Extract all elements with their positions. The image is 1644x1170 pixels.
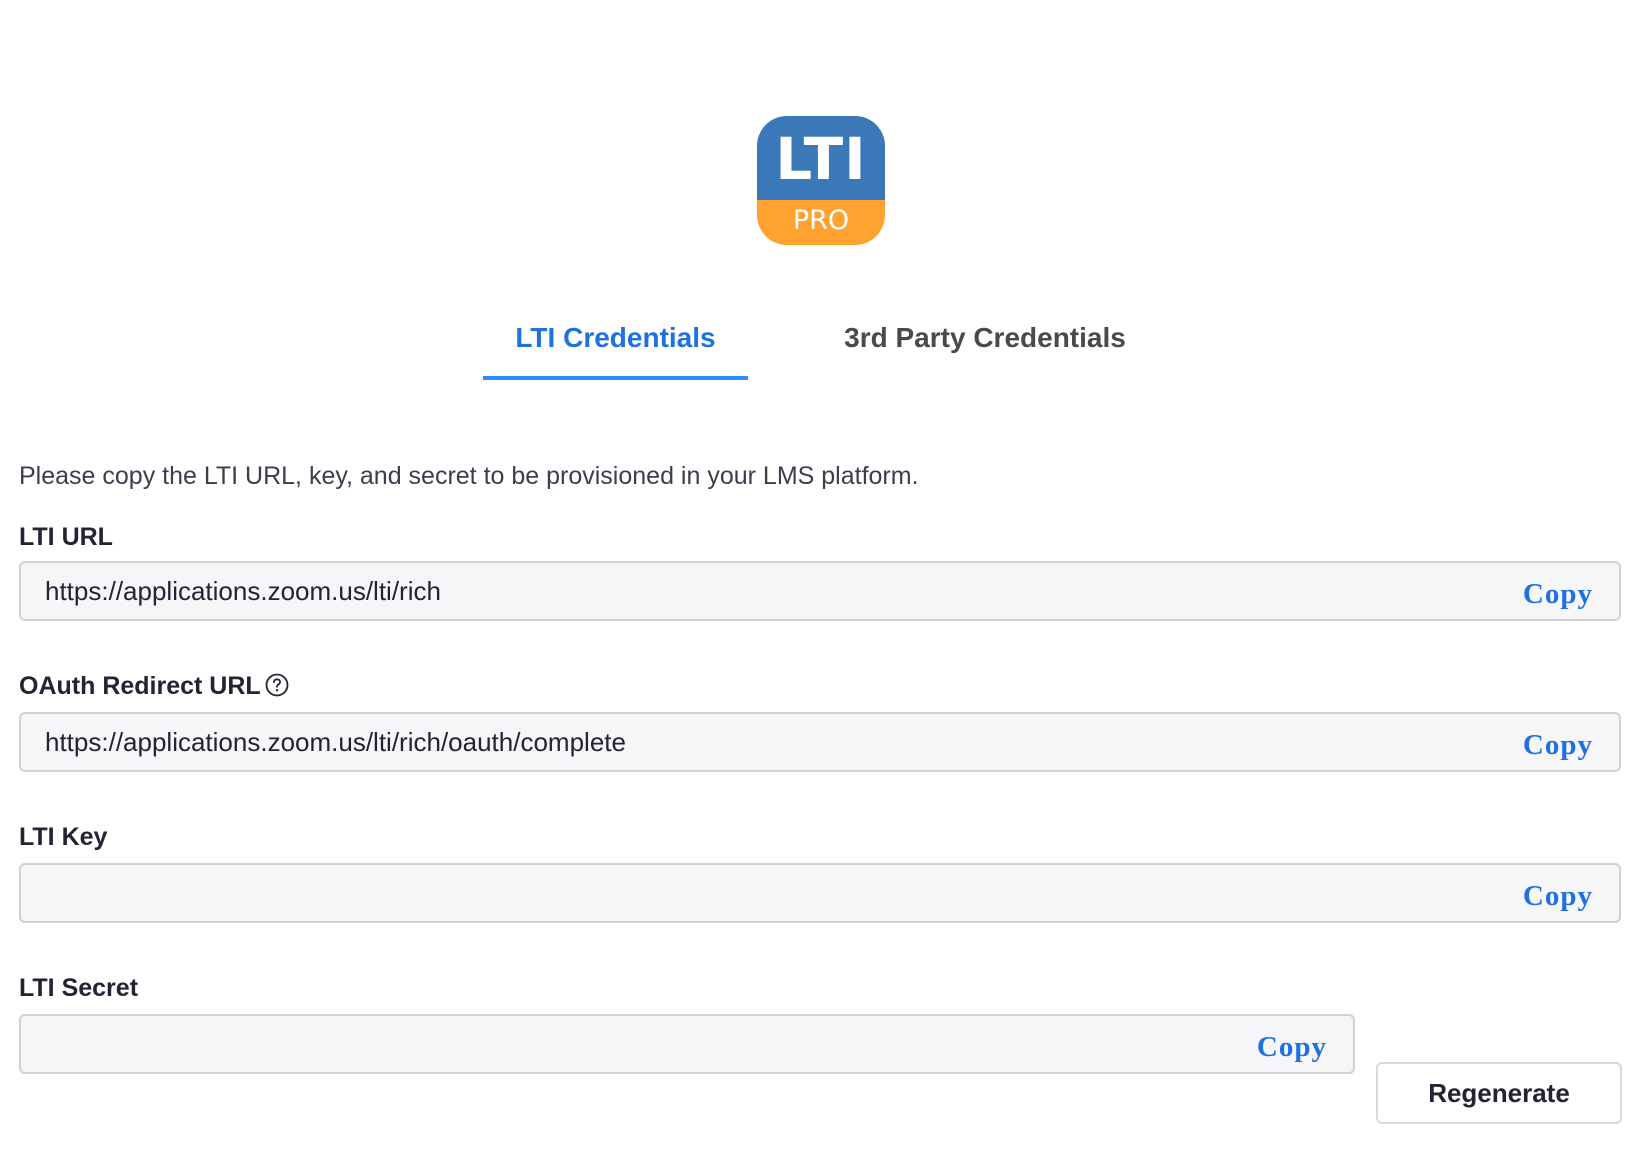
oauth-redirect-url-label: OAuth Redirect URL: [19, 672, 261, 700]
oauth-redirect-url-value: https://applications.zoom.us/lti/rich/oa…: [45, 727, 626, 757]
tab-lti-credentials[interactable]: LTI Credentials: [483, 318, 748, 358]
question-circle-icon[interactable]: [265, 671, 289, 697]
lti-key-copy-button[interactable]: Copy: [1523, 865, 1593, 927]
regenerate-button[interactable]: Regenerate: [1376, 1062, 1622, 1124]
active-tab-indicator: [483, 376, 748, 380]
lti-secret-copy-button[interactable]: Copy: [1257, 1016, 1327, 1078]
lti-key-field[interactable]: Copy: [19, 863, 1621, 923]
lti-secret-label: LTI Secret: [19, 974, 139, 1002]
oauth-redirect-url-copy-button[interactable]: Copy: [1523, 714, 1593, 776]
tab-3rd-party-credentials[interactable]: 3rd Party Credentials: [800, 318, 1170, 358]
lti-url-field[interactable]: https://applications.zoom.us/lti/rich Co…: [19, 561, 1621, 621]
lti-key-label: LTI Key: [19, 823, 108, 851]
logo-sub-text: PRO: [792, 205, 850, 236]
lti-pro-logo: LTI PRO: [757, 116, 885, 245]
logo-main-text: LTI: [775, 125, 867, 193]
lti-url-value: https://applications.zoom.us/lti/rich: [45, 576, 441, 606]
lti-secret-field[interactable]: Copy: [19, 1014, 1355, 1074]
lti-url-copy-button[interactable]: Copy: [1523, 563, 1593, 625]
instructions-text: Please copy the LTI URL, key, and secret…: [19, 462, 919, 490]
lti-url-label: LTI URL: [19, 523, 113, 551]
oauth-redirect-url-field[interactable]: https://applications.zoom.us/lti/rich/oa…: [19, 712, 1621, 772]
oauth-redirect-url-label-row: OAuth Redirect URL: [19, 668, 289, 704]
